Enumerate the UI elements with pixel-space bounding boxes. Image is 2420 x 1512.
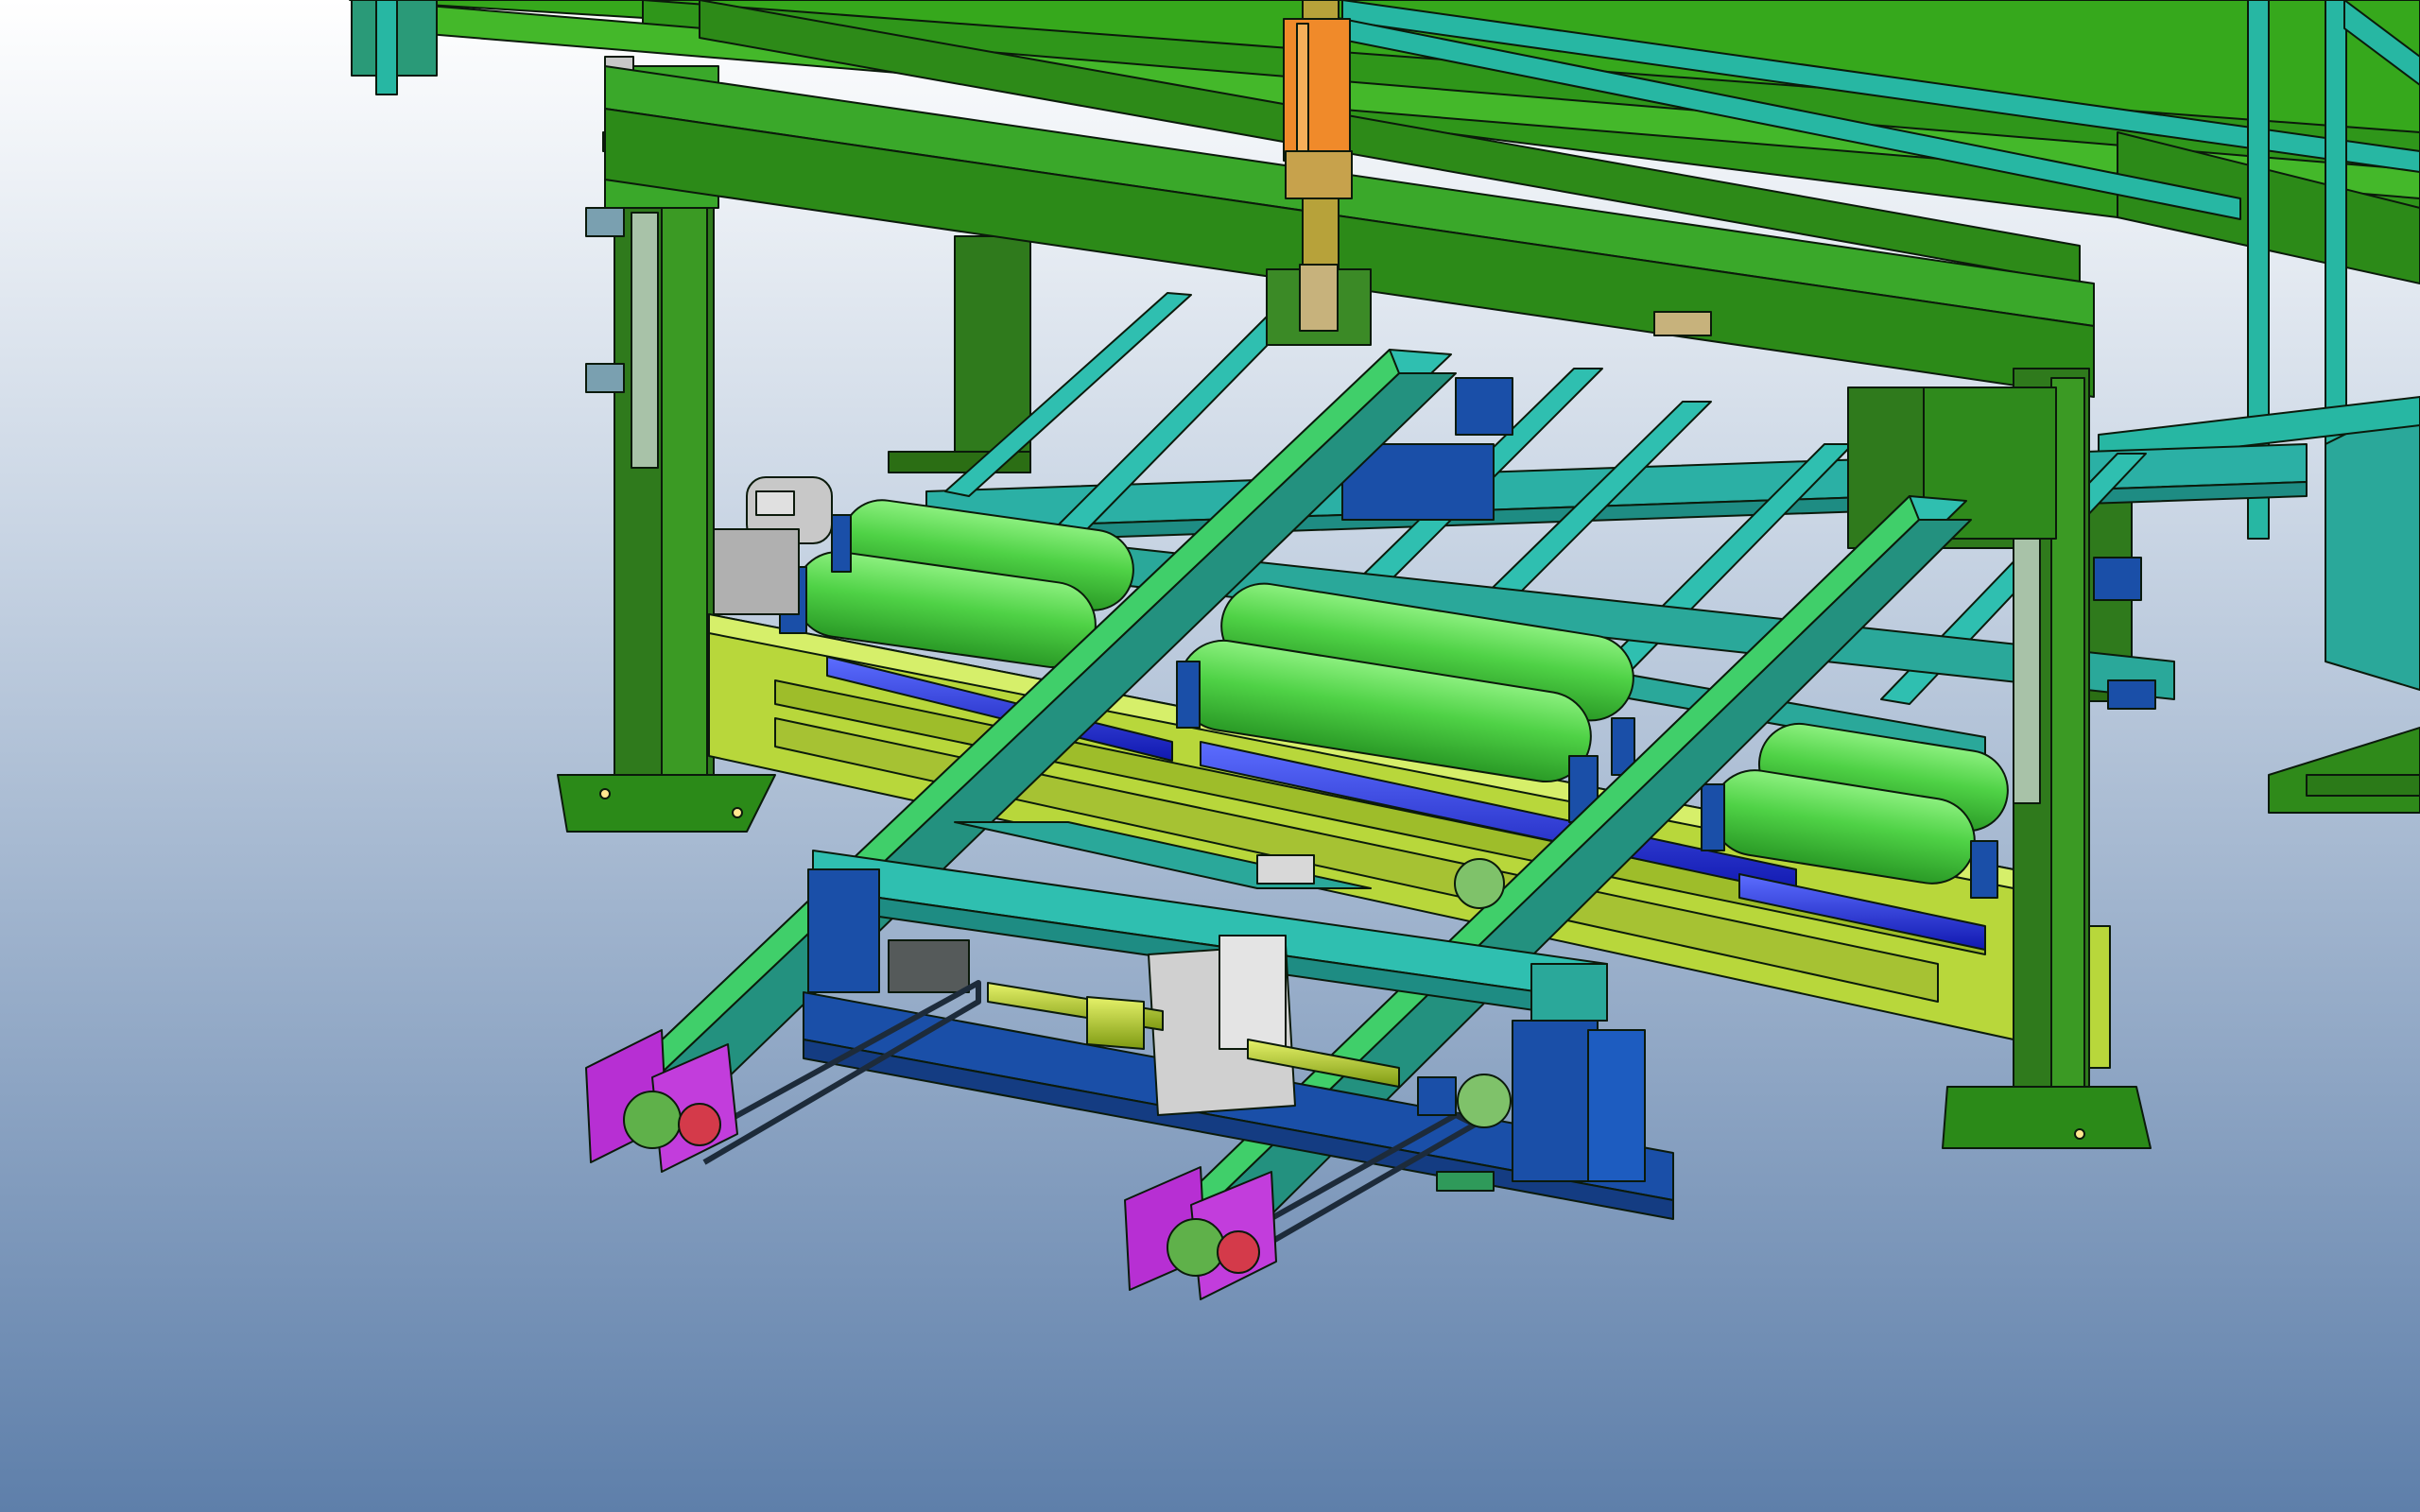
conveyor-assembly-model [0, 0, 2420, 1512]
angle-bracket [1436, 1171, 1495, 1192]
clamp [1653, 311, 1712, 336]
servo-motor [888, 939, 970, 993]
sprocket-center [1454, 858, 1505, 909]
cad-viewport[interactable] [0, 0, 2420, 1512]
